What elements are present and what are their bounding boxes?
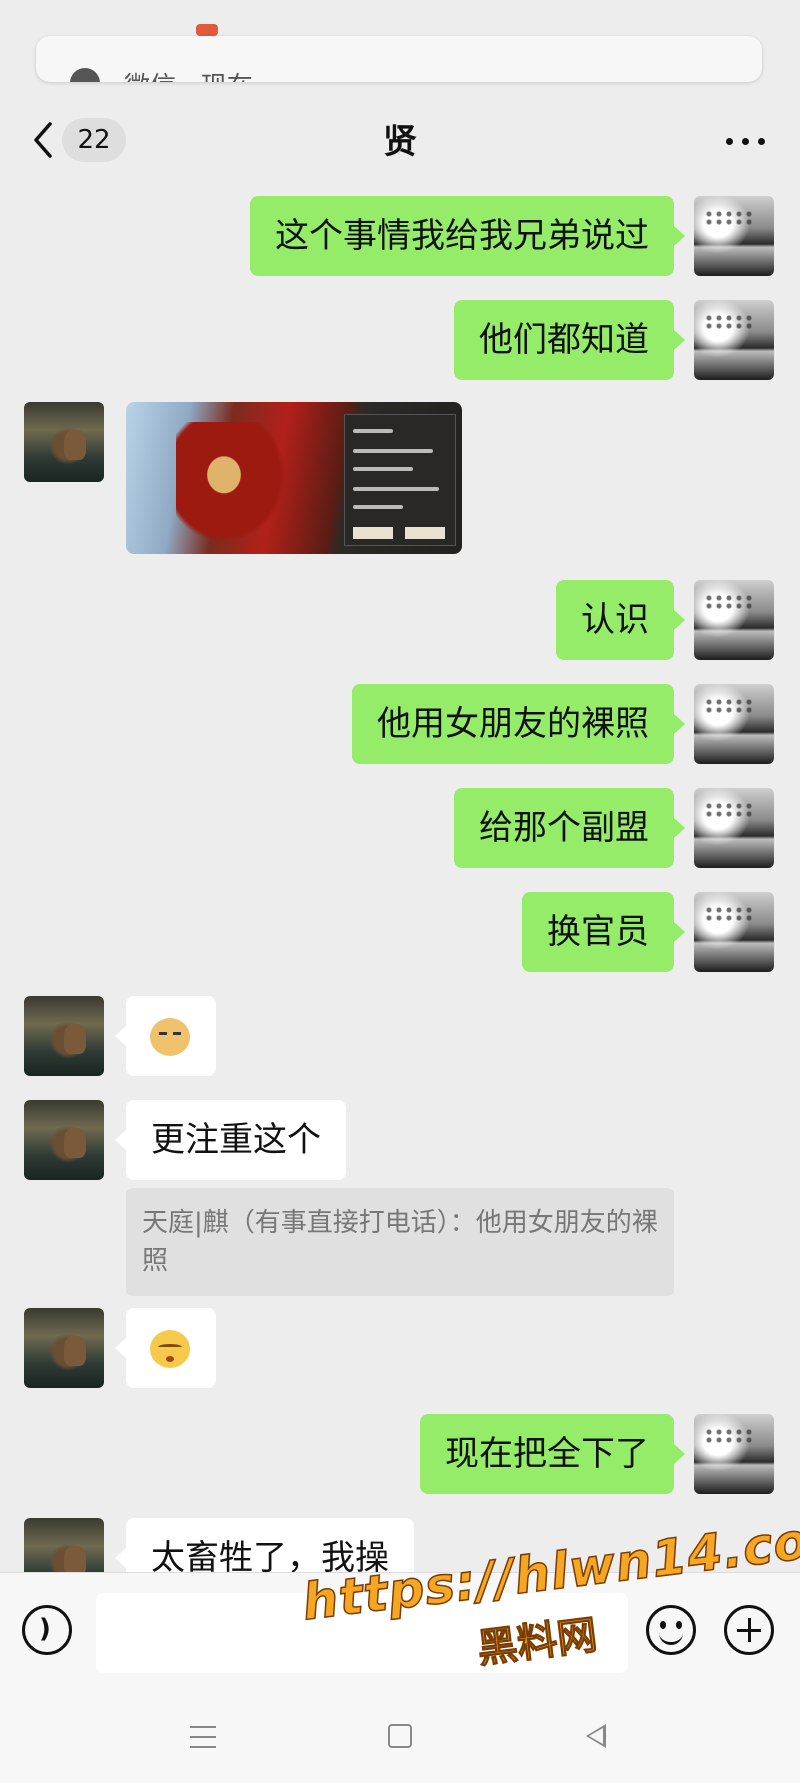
plus-icon[interactable]	[724, 1605, 774, 1655]
wechat-icon	[70, 68, 100, 82]
emoji-icon[interactable]	[646, 1605, 696, 1655]
chat-header: 22 贤	[0, 92, 800, 188]
quoted-message[interactable]: 天庭|麒（有事直接打电话）：他用女朋友的裸照	[126, 1188, 674, 1296]
image-character	[176, 422, 296, 554]
my-avatar[interactable]	[694, 1414, 774, 1494]
message-bubble-sent[interactable]: 给那个副盟	[454, 788, 685, 868]
message-bubble-sent[interactable]: 他用女朋友的裸照	[352, 684, 685, 764]
chat-title: 贤	[383, 122, 417, 162]
system-nav-bar	[0, 1694, 800, 1783]
contact-avatar[interactable]	[24, 402, 104, 482]
notification-text: 微信 · 现在	[124, 66, 253, 82]
menu-icon[interactable]	[190, 1726, 216, 1748]
back-triangle-icon[interactable]	[586, 1724, 606, 1748]
status-bar	[0, 0, 800, 36]
message-bubble-sent[interactable]: 认识	[556, 580, 685, 660]
message-bubble-sent[interactable]: 换官员	[522, 892, 685, 972]
contact-avatar[interactable]	[24, 1308, 104, 1388]
my-avatar[interactable]	[694, 196, 774, 276]
contact-avatar[interactable]	[24, 996, 104, 1076]
input-bar	[0, 1572, 800, 1695]
my-avatar[interactable]	[694, 300, 774, 380]
message-bubble-sent[interactable]: 这个事情我给我兄弟说过	[250, 196, 685, 276]
voice-icon[interactable]	[22, 1605, 72, 1655]
app-status-icon	[196, 24, 218, 36]
message-bubble-received[interactable]: 更注重这个	[115, 1100, 346, 1180]
image-message[interactable]	[126, 402, 462, 554]
contact-avatar[interactable]	[24, 1100, 104, 1180]
my-avatar[interactable]	[694, 788, 774, 868]
my-avatar[interactable]	[694, 892, 774, 972]
my-avatar[interactable]	[694, 684, 774, 764]
message-bubble-sent[interactable]: 他们都知道	[454, 300, 685, 380]
notification-banner[interactable]: 微信 · 现在	[36, 36, 762, 82]
doge-emoji-icon	[150, 1018, 190, 1056]
message-input[interactable]	[96, 1593, 628, 1673]
emoji-message[interactable]	[115, 996, 216, 1076]
emoji-message[interactable]	[115, 1308, 216, 1388]
message-bubble-sent[interactable]: 现在把全下了	[420, 1414, 685, 1494]
more-dots-icon[interactable]	[726, 138, 766, 146]
sigh-emoji-icon	[150, 1330, 190, 1368]
image-game-panel	[344, 414, 456, 546]
home-icon[interactable]	[388, 1724, 412, 1748]
my-avatar[interactable]	[694, 580, 774, 660]
